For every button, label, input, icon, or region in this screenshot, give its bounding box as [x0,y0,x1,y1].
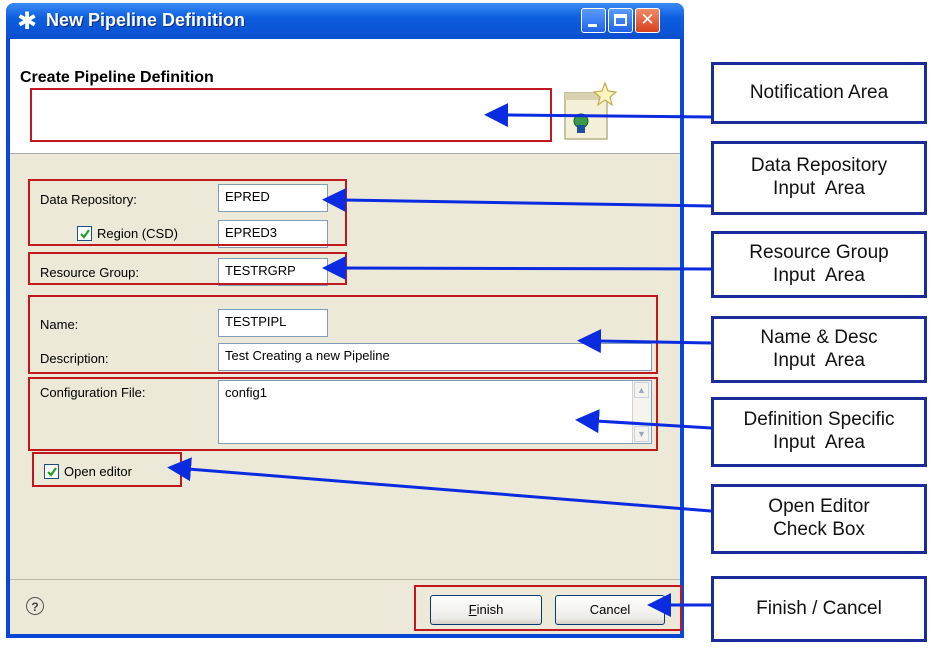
callout-name-desc: Name & Desc Input Area [711,316,927,383]
arrow-open-editor [167,457,712,513]
callout-text: Input Area [773,264,865,286]
callout-resource-group: Resource Group Input Area [711,231,927,298]
callout-text: Finish / Cancel [756,597,882,619]
arrow-data-repository [322,188,712,213]
arrow-notification [484,103,712,128]
callout-text: Input Area [773,432,865,453]
callout-text: Input Area [773,178,865,199]
arrow-name-desc [577,329,712,354]
callout-text: Check Box [773,519,865,540]
callout-finish-cancel: Finish / Cancel [711,576,927,642]
callout-text: Definition Specific [743,409,895,431]
arrow-definition-specific [575,409,712,434]
callout-text: Name & Desc [760,326,878,348]
callout-open-editor: Open Editor Check Box [711,484,927,554]
callout-text: Input Area [773,349,865,371]
callout-text: Data Repository [750,155,888,177]
callout-notification-area: Notification Area [711,62,927,124]
callout-text: Notification Area [749,81,889,103]
callout-text: Resource Group [749,241,889,263]
arrow-resource-group [322,256,712,281]
callout-definition-specific: Definition Specific Input Area [711,397,927,467]
callout-data-repository: Data Repository Input Area [711,141,927,215]
callout-text: Open Editor [768,496,870,518]
